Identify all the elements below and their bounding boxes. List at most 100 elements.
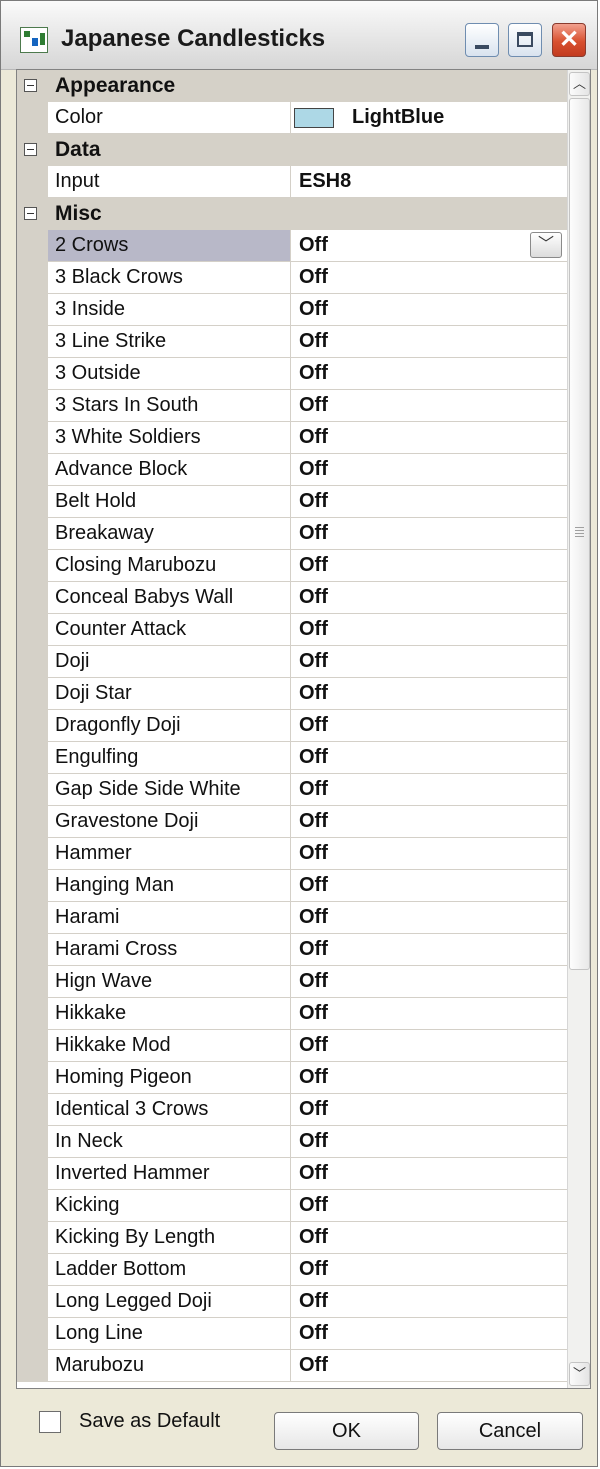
property-row-harami[interactable]: Harami Off xyxy=(17,902,567,934)
property-row-homing-pigeon[interactable]: Homing Pigeon Off xyxy=(17,1062,567,1094)
property-row-breakaway[interactable]: Breakaway Off xyxy=(17,518,567,550)
property-row-3-line-strike[interactable]: 3 Line Strike Off xyxy=(17,326,567,358)
property-value[interactable]: Off xyxy=(299,1318,328,1349)
property-value[interactable]: Off xyxy=(299,870,328,901)
property-row-engulfing[interactable]: Engulfing Off xyxy=(17,742,567,774)
property-value[interactable]: Off xyxy=(299,1030,328,1061)
save-default-checkbox[interactable] xyxy=(39,1411,61,1433)
property-name[interactable]: Input xyxy=(48,166,291,197)
property-value[interactable]: Off xyxy=(299,326,328,357)
value-dropdown-button[interactable]: ﹀ xyxy=(530,232,562,258)
property-value[interactable]: Off xyxy=(299,966,328,997)
property-value[interactable]: Off xyxy=(299,774,328,805)
property-name[interactable]: Hikkake xyxy=(48,998,291,1029)
property-row-2-crows[interactable]: 2 Crows Off ﹀ xyxy=(17,230,567,262)
property-value[interactable]: Off xyxy=(299,614,328,645)
property-row-hikkake-mod[interactable]: Hikkake Mod Off xyxy=(17,1030,567,1062)
property-name[interactable]: 3 Inside xyxy=(48,294,291,325)
property-name[interactable]: Belt Hold xyxy=(48,486,291,517)
property-name[interactable]: Closing Marubozu xyxy=(48,550,291,581)
property-value[interactable]: Off xyxy=(299,486,328,517)
property-name[interactable]: Hign Wave xyxy=(48,966,291,997)
property-value[interactable]: Off xyxy=(299,230,328,261)
property-name[interactable]: 2 Crows xyxy=(48,230,291,261)
property-value[interactable]: Off xyxy=(299,1062,328,1093)
property-name[interactable]: Long Line xyxy=(48,1318,291,1349)
property-row-input[interactable]: Input ESH8 xyxy=(17,166,567,198)
category-misc[interactable]: Misc xyxy=(17,198,567,230)
scroll-down-button[interactable]: ﹀ xyxy=(569,1362,590,1386)
property-name[interactable]: Harami Cross xyxy=(48,934,291,965)
property-row-3-white-soldiers[interactable]: 3 White Soldiers Off xyxy=(17,422,567,454)
property-row-marubozu[interactable]: Marubozu Off xyxy=(17,1350,567,1382)
property-value[interactable]: Off xyxy=(299,582,328,613)
scroll-up-button[interactable]: ︿ xyxy=(569,72,590,96)
property-row-ladder-bottom[interactable]: Ladder Bottom Off xyxy=(17,1254,567,1286)
color-swatch[interactable] xyxy=(294,108,334,128)
property-name[interactable]: 3 Stars In South xyxy=(48,390,291,421)
property-row-gravestone-doji[interactable]: Gravestone Doji Off xyxy=(17,806,567,838)
property-row-identical-3-crows[interactable]: Identical 3 Crows Off xyxy=(17,1094,567,1126)
scroll-thumb[interactable] xyxy=(569,98,590,970)
property-row-3-inside[interactable]: 3 Inside Off xyxy=(17,294,567,326)
property-name[interactable]: Counter Attack xyxy=(48,614,291,645)
property-row-closing-marubozu[interactable]: Closing Marubozu Off xyxy=(17,550,567,582)
property-name[interactable]: In Neck xyxy=(48,1126,291,1157)
property-row-color[interactable]: Color LightBlue xyxy=(17,102,567,134)
property-row-in-neck[interactable]: In Neck Off xyxy=(17,1126,567,1158)
property-name[interactable]: Kicking xyxy=(48,1190,291,1221)
property-name[interactable]: Inverted Hammer xyxy=(48,1158,291,1189)
property-value[interactable]: Off xyxy=(299,1094,328,1125)
save-default-label[interactable]: Save as Default xyxy=(79,1410,220,1433)
minimize-button[interactable] xyxy=(465,23,499,57)
property-value[interactable]: LightBlue xyxy=(352,102,444,133)
property-name[interactable]: Engulfing xyxy=(48,742,291,773)
property-value[interactable]: Off xyxy=(299,838,328,869)
property-name[interactable]: 3 Black Crows xyxy=(48,262,291,293)
property-name[interactable]: 3 Outside xyxy=(48,358,291,389)
property-value[interactable]: Off xyxy=(299,646,328,677)
property-value[interactable]: Off xyxy=(299,454,328,485)
collapse-icon[interactable] xyxy=(24,79,37,92)
ok-button[interactable]: OK xyxy=(274,1412,419,1450)
property-name[interactable]: Breakaway xyxy=(48,518,291,549)
property-row-hign-wave[interactable]: Hign Wave Off xyxy=(17,966,567,998)
property-value[interactable]: Off xyxy=(299,1222,328,1253)
property-row-3-outside[interactable]: 3 Outside Off xyxy=(17,358,567,390)
property-value[interactable]: Off xyxy=(299,742,328,773)
property-row-counter-attack[interactable]: Counter Attack Off xyxy=(17,614,567,646)
maximize-button[interactable] xyxy=(508,23,542,57)
property-row-hammer[interactable]: Hammer Off xyxy=(17,838,567,870)
property-row-belt-hold[interactable]: Belt Hold Off xyxy=(17,486,567,518)
cancel-button[interactable]: Cancel xyxy=(437,1412,583,1450)
property-row-3-stars-in-south[interactable]: 3 Stars In South Off xyxy=(17,390,567,422)
property-name[interactable]: Conceal Babys Wall xyxy=(48,582,291,613)
property-value[interactable]: Off xyxy=(299,550,328,581)
property-name[interactable]: Gap Side Side White xyxy=(48,774,291,805)
property-row-harami-cross[interactable]: Harami Cross Off xyxy=(17,934,567,966)
property-value[interactable]: Off xyxy=(299,518,328,549)
property-value[interactable]: Off xyxy=(299,422,328,453)
property-name[interactable]: Ladder Bottom xyxy=(48,1254,291,1285)
property-name[interactable]: Long Legged Doji xyxy=(48,1286,291,1317)
property-value[interactable]: Off xyxy=(299,1350,328,1381)
property-value[interactable]: Off xyxy=(299,678,328,709)
close-button[interactable]: ✕ xyxy=(552,23,586,57)
collapse-icon[interactable] xyxy=(24,207,37,220)
category-data[interactable]: Data xyxy=(17,134,567,166)
property-name[interactable]: Advance Block xyxy=(48,454,291,485)
category-appearance[interactable]: Appearance xyxy=(17,70,567,102)
property-name[interactable]: Color xyxy=(48,102,291,133)
property-row-gap-side-side-white[interactable]: Gap Side Side White Off xyxy=(17,774,567,806)
property-name[interactable]: Doji Star xyxy=(48,678,291,709)
property-value[interactable]: ESH8 xyxy=(299,166,351,197)
property-value[interactable]: Off xyxy=(299,806,328,837)
property-row-hikkake[interactable]: Hikkake Off xyxy=(17,998,567,1030)
property-name[interactable]: Identical 3 Crows xyxy=(48,1094,291,1125)
property-row-dragonfly-doji[interactable]: Dragonfly Doji Off xyxy=(17,710,567,742)
property-name[interactable]: 3 Line Strike xyxy=(48,326,291,357)
property-name[interactable]: Harami xyxy=(48,902,291,933)
property-name[interactable]: Hammer xyxy=(48,838,291,869)
property-name[interactable]: Gravestone Doji xyxy=(48,806,291,837)
property-name[interactable]: Dragonfly Doji xyxy=(48,710,291,741)
